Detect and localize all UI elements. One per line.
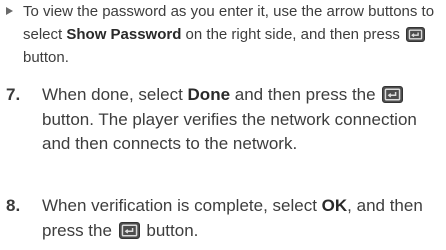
bullet-text: To view the password as you enter it, us… xyxy=(23,0,442,69)
step-7-part3: button. The player verifies the network … xyxy=(42,109,417,154)
enter-button-icon xyxy=(382,86,404,103)
bullet-show-password: To view the password as you enter it, us… xyxy=(6,0,442,69)
step-8-number: 8. xyxy=(6,196,21,215)
step-7-part2: and then press the xyxy=(230,85,381,104)
done-label: Done xyxy=(187,85,231,104)
ok-label: OK xyxy=(321,196,348,215)
step-8-part1: When verification is complete, select xyxy=(42,196,322,215)
enter-button-icon xyxy=(406,27,426,42)
step-7: 7. When done, select Done and then press… xyxy=(6,83,442,157)
step-8-text: When verification is complete, select OK… xyxy=(42,194,442,243)
step-8: 8. When verification is complete, select… xyxy=(6,194,442,243)
bullet-arrow-icon xyxy=(6,7,13,15)
step-7-number: 7. xyxy=(6,85,21,104)
enter-button-icon xyxy=(118,221,140,239)
manual-page: To view the password as you enter it, us… xyxy=(0,0,446,250)
step-7-text: When done, select Done and then press th… xyxy=(42,83,442,157)
bullet-text-part2: on the right side, and then press xyxy=(181,26,405,43)
show-password-label: Show Password xyxy=(66,26,182,43)
bullet-text-part3: button. xyxy=(23,49,69,66)
step-8-part3: button. xyxy=(141,220,199,240)
step-7-part1: When done, select xyxy=(42,85,188,104)
